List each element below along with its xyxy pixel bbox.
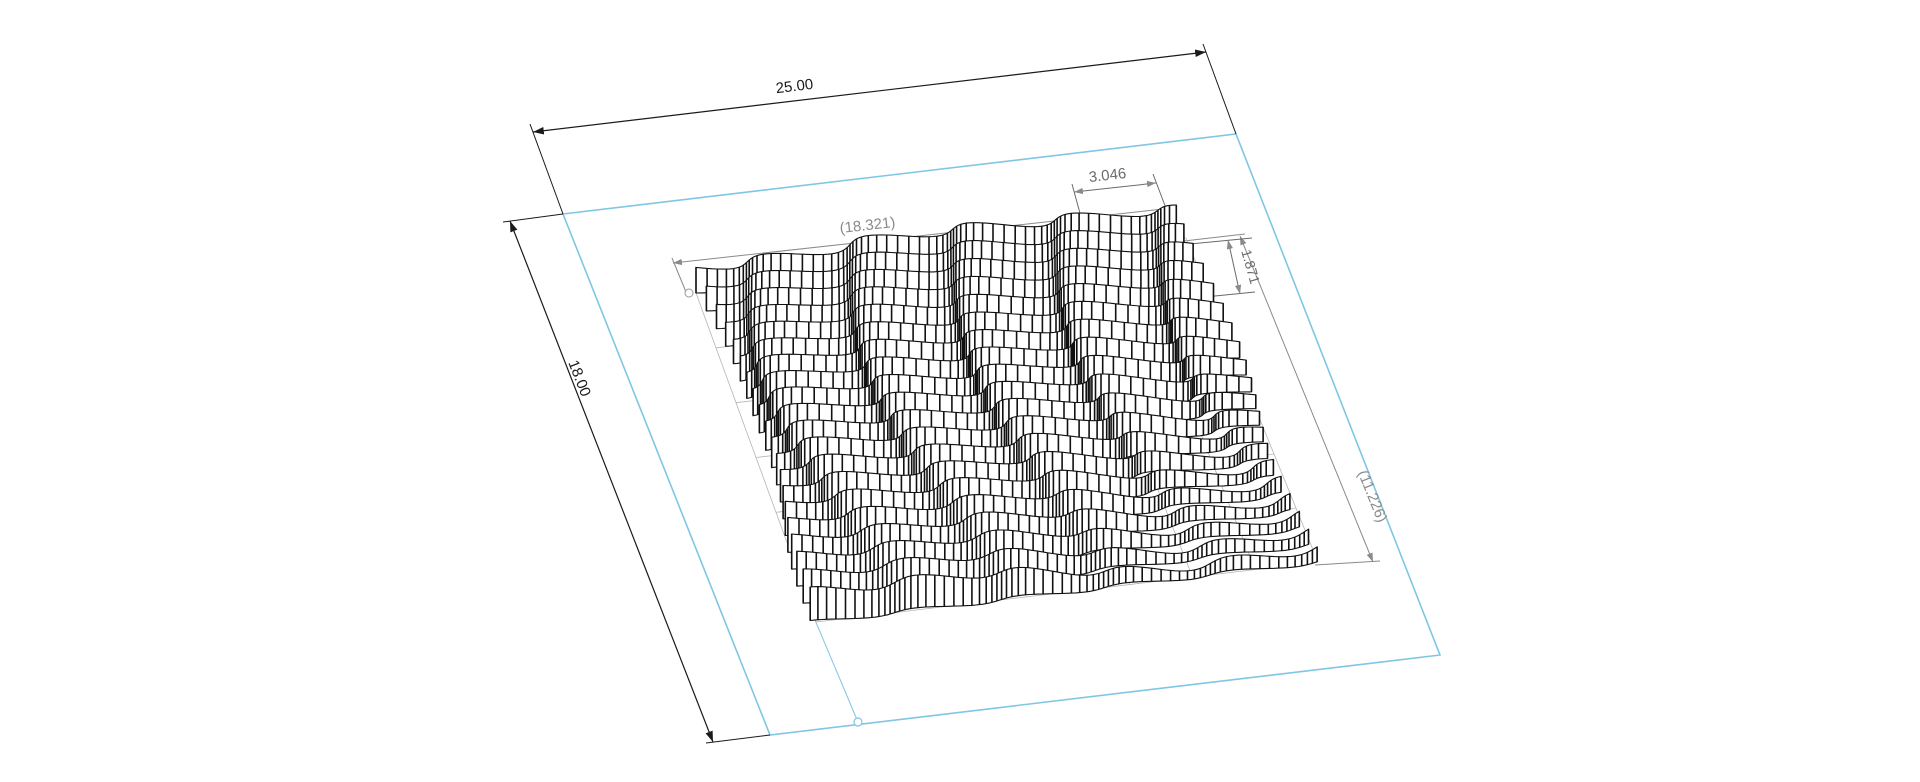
dimension-label: 3.046 bbox=[1088, 165, 1127, 186]
dimension-label: 1.871 bbox=[1238, 248, 1263, 286]
wave-ribbon-pattern[interactable] bbox=[695, 204, 1318, 622]
dimension-label: 25.00 bbox=[775, 76, 814, 97]
sheet-guide-line bbox=[814, 619, 859, 723]
dimension-label: 18.00 bbox=[564, 358, 594, 399]
cad-viewport[interactable]: 25.00 18.00 (18.321) (11.226) 3.046 1.87… bbox=[0, 0, 1920, 782]
sheet-corner-handle[interactable] bbox=[853, 717, 863, 727]
dimension-sheet-width[interactable]: 25.00 bbox=[529, 43, 1237, 215]
dimension-label: (11.226) bbox=[1354, 468, 1390, 525]
pattern-origin-handle[interactable] bbox=[684, 288, 694, 298]
dimension-label: (18.321) bbox=[839, 214, 896, 237]
